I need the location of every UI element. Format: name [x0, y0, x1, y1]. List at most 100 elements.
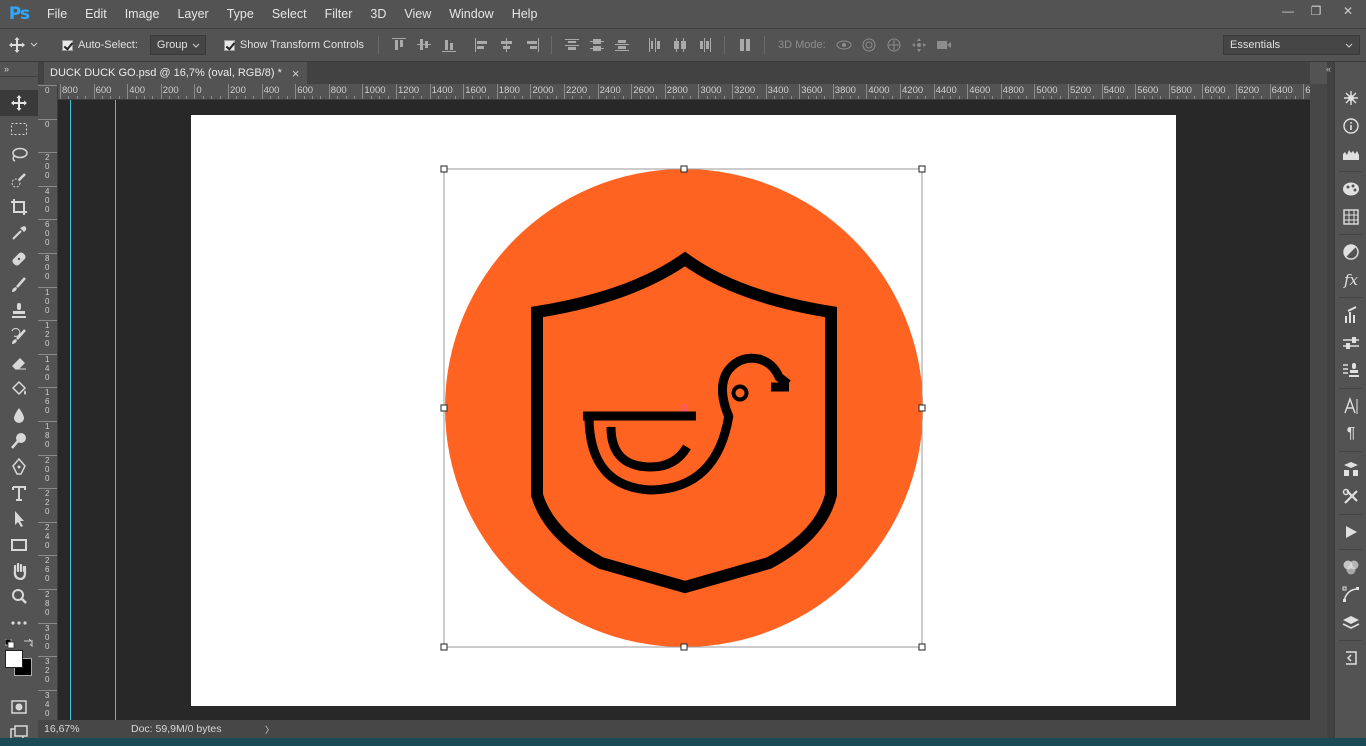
workspace-dropdown[interactable]: Essentials	[1223, 35, 1360, 55]
lasso-tool-icon[interactable]	[0, 142, 38, 168]
minimize-button[interactable]: —	[1274, 0, 1302, 22]
guide-line[interactable]	[115, 100, 116, 720]
menu-filter[interactable]: Filter	[316, 0, 362, 28]
3d-panel-icon[interactable]	[1335, 84, 1366, 112]
pen-tool-icon[interactable]	[0, 454, 38, 480]
path-selection-tool-icon[interactable]	[0, 506, 38, 532]
auto-select-checkbox[interactable]	[62, 39, 73, 51]
ruler-label: 3200	[734, 85, 756, 96]
auto-select-toggle[interactable]: Auto-Select:	[62, 39, 138, 51]
menu-view[interactable]: View	[395, 0, 440, 28]
menu-select[interactable]: Select	[263, 0, 316, 28]
align-horizontal-centers-icon[interactable]	[494, 34, 519, 56]
vertical-ruler[interactable]: 0 0 200 400 600 800 100 120 140 160 180 200 220 240 26…	[38, 84, 58, 720]
align-left-edges-icon[interactable]	[469, 34, 494, 56]
collapse-panel-icon[interactable]: »	[4, 64, 9, 74]
3d-slide-icon[interactable]	[907, 34, 932, 56]
swap-colors-icon[interactable]	[23, 637, 33, 651]
distribute-top-icon[interactable]	[559, 34, 584, 56]
actions-panel-icon[interactable]	[1335, 518, 1366, 546]
styles-panel-icon[interactable]: fx	[1335, 266, 1366, 294]
layers-panel-icon[interactable]	[1335, 609, 1366, 637]
collapse-panel-icon[interactable]: «	[1326, 64, 1334, 74]
zoom-level[interactable]: 16,67%	[38, 723, 120, 735]
eyedropper-tool-icon[interactable]	[0, 220, 38, 246]
brush-tool-icon[interactable]	[0, 272, 38, 298]
tool-presets-panel-icon[interactable]	[1335, 483, 1366, 511]
menu-type[interactable]: Type	[218, 0, 263, 28]
document-canvas[interactable]	[191, 115, 1176, 706]
distribute-vertical-centers-icon[interactable]	[584, 34, 609, 56]
move-tool-icon[interactable]	[0, 90, 38, 116]
guide-line[interactable]	[70, 100, 71, 720]
distribute-horizontal-centers-icon[interactable]	[667, 34, 692, 56]
distribute-right-icon[interactable]	[692, 34, 717, 56]
swatches-panel-icon[interactable]	[1335, 203, 1366, 231]
3d-roll-icon[interactable]	[857, 34, 882, 56]
close-tab-icon[interactable]: ×	[292, 66, 300, 81]
document-tab[interactable]: DUCK DUCK GO.psd @ 16,7% (oval, RGB/8) *…	[44, 62, 308, 84]
type-tool-icon[interactable]	[0, 480, 38, 506]
paths-panel-icon[interactable]	[1335, 581, 1366, 609]
character-panel-icon[interactable]	[1335, 392, 1366, 420]
healing-brush-tool-icon[interactable]	[0, 246, 38, 272]
move-tool-preset-icon[interactable]	[8, 36, 54, 54]
histogram-panel-icon[interactable]	[1335, 140, 1366, 168]
rectangle-tool-icon[interactable]	[0, 532, 38, 558]
info-panel-icon[interactable]	[1335, 112, 1366, 140]
horizontal-ruler[interactable]: 800 600 400 200 0 200 400 600 800 1000 1200 1400 160…	[58, 84, 1310, 100]
marquee-tool-icon[interactable]	[0, 116, 38, 142]
menu-3d[interactable]: 3D	[361, 0, 395, 28]
auto-select-target-dropdown[interactable]: Group	[149, 35, 206, 55]
distribute-left-icon[interactable]	[642, 34, 667, 56]
align-bottom-edges-icon[interactable]	[436, 34, 461, 56]
align-vertical-centers-icon[interactable]	[411, 34, 436, 56]
history-brush-tool-icon[interactable]	[0, 324, 38, 350]
auto-align-layers-icon[interactable]	[732, 34, 757, 56]
align-top-edges-icon[interactable]	[386, 34, 411, 56]
menu-file[interactable]: File	[38, 0, 76, 28]
canvas-area[interactable]	[58, 100, 1310, 720]
distribute-bottom-icon[interactable]	[609, 34, 634, 56]
clone-stamp-tool-icon[interactable]	[0, 298, 38, 324]
menu-edit[interactable]: Edit	[76, 0, 116, 28]
menu-layer[interactable]: Layer	[168, 0, 217, 28]
adjustments-panel-icon[interactable]	[1335, 238, 1366, 266]
3d-orbit-icon[interactable]	[832, 34, 857, 56]
3d-scale-icon[interactable]	[932, 34, 957, 56]
foreground-color-swatch[interactable]	[5, 650, 23, 668]
quick-selection-tool-icon[interactable]	[0, 168, 38, 194]
eraser-tool-icon[interactable]	[0, 350, 38, 376]
history-panel-icon[interactable]	[1335, 644, 1366, 672]
hand-tool-icon[interactable]	[0, 558, 38, 584]
more-tools-icon[interactable]	[0, 610, 38, 636]
paint-bucket-tool-icon[interactable]	[0, 376, 38, 402]
menu-help[interactable]: Help	[503, 0, 547, 28]
os-taskbar	[0, 738, 1366, 746]
paragraph-panel-icon[interactable]: ¶	[1335, 420, 1366, 448]
vertical-scrollbar[interactable]	[1310, 84, 1327, 720]
3d-materials-panel-icon[interactable]	[1335, 455, 1366, 483]
status-menu-arrow[interactable]: 〉	[265, 723, 274, 736]
right-panel-collapse[interactable]: «	[1326, 62, 1334, 738]
menu-window[interactable]: Window	[440, 0, 502, 28]
brushes-panel-icon[interactable]	[1335, 301, 1366, 329]
quick-mask-icon[interactable]	[0, 694, 38, 720]
crop-tool-icon[interactable]	[0, 194, 38, 220]
blur-tool-icon[interactable]	[0, 402, 38, 428]
color-panel-icon[interactable]	[1335, 175, 1366, 203]
ruler-tick	[93, 84, 95, 99]
show-transform-toggle[interactable]: Show Transform Controls	[223, 39, 364, 51]
align-right-edges-icon[interactable]	[519, 34, 544, 56]
dodge-tool-icon[interactable]	[0, 428, 38, 454]
right-panel-dock: fx ¶	[1334, 62, 1366, 738]
channels-panel-icon[interactable]	[1335, 553, 1366, 581]
show-transform-checkbox[interactable]	[223, 39, 235, 51]
clone-source-panel-icon[interactable]	[1335, 357, 1366, 385]
restore-button[interactable]: ❐	[1302, 0, 1330, 22]
close-button[interactable]: ✕	[1330, 0, 1366, 22]
3d-pan-icon[interactable]	[882, 34, 907, 56]
brush-settings-panel-icon[interactable]	[1335, 329, 1366, 357]
zoom-tool-icon[interactable]	[0, 584, 38, 610]
menu-image[interactable]: Image	[116, 0, 169, 28]
